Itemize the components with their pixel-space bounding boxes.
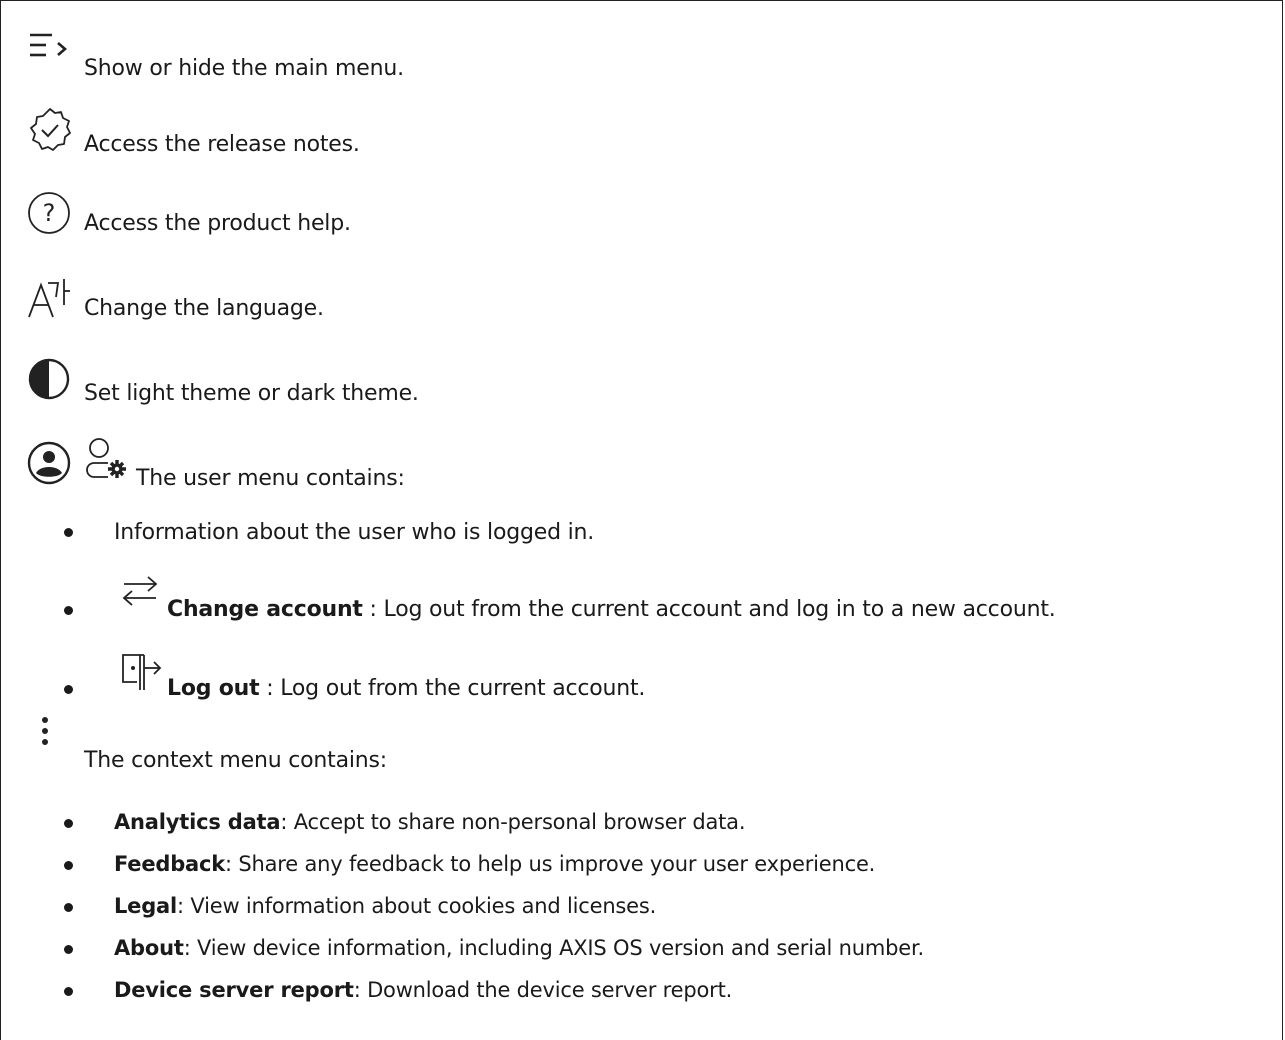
menu-toggle-icon — [28, 32, 72, 62]
logout-label: Log out — [167, 676, 260, 701]
change-account-text: : Log out from the current account and l… — [362, 597, 1056, 622]
feedback-label: Feedback — [114, 852, 226, 876]
bullet — [64, 945, 73, 954]
help-icon: ? — [26, 190, 72, 236]
server-report-text: : Download the device server report. — [353, 978, 733, 1002]
bullet — [64, 987, 73, 996]
user-info-text: Information about the user who is logged… — [114, 520, 595, 545]
bullet — [64, 528, 73, 537]
more-vertical-icon — [40, 716, 50, 750]
user-menu-intro: The user menu contains: — [136, 466, 405, 491]
help-text: Access the product help. — [84, 211, 351, 236]
feedback-entry: Feedback: Share any feedback to help us … — [114, 854, 875, 875]
release-notes-icon — [26, 106, 74, 154]
feedback-text: : Share any feedback to help us improve … — [225, 852, 876, 876]
language-icon — [26, 277, 72, 321]
bullet — [64, 606, 73, 615]
server-report-entry: Device server report: Download the devic… — [114, 980, 732, 1001]
user-settings-icon — [82, 437, 132, 483]
logout-icon — [120, 652, 164, 692]
legal-text: : View information about cookies and lic… — [177, 894, 657, 918]
bullet — [64, 903, 73, 912]
bullet — [64, 685, 73, 694]
change-account-entry: Change account : Log out from the curren… — [167, 599, 1056, 621]
svg-text:?: ? — [43, 199, 56, 227]
account-circle-icon — [26, 440, 72, 486]
language-text: Change the language. — [84, 296, 324, 321]
legal-entry: Legal: View information about cookies an… — [114, 896, 656, 917]
menu-toggle-text: Show or hide the main menu. — [84, 56, 404, 81]
theme-text: Set light theme or dark theme. — [84, 381, 419, 406]
about-label: About — [114, 936, 184, 960]
release-notes-text: Access the release notes. — [84, 132, 360, 157]
about-entry: About: View device information, includin… — [114, 938, 924, 959]
legal-label: Legal — [114, 894, 178, 918]
analytics-entry: Analytics data: Accept to share non-pers… — [114, 812, 745, 833]
bullet — [64, 819, 73, 828]
logout-entry: Log out : Log out from the current accou… — [167, 678, 645, 700]
bullet — [64, 861, 73, 870]
about-text: : View device information, including AXI… — [183, 936, 924, 960]
swap-arrows-icon — [120, 574, 160, 610]
change-account-label: Change account — [167, 597, 363, 622]
analytics-text: : Accept to share non-personal browser d… — [280, 810, 746, 834]
context-menu-intro: The context menu contains: — [84, 748, 388, 773]
logout-text: : Log out from the current account. — [259, 676, 646, 701]
server-report-label: Device server report — [114, 978, 354, 1002]
analytics-label: Analytics data — [114, 810, 281, 834]
theme-icon — [26, 356, 72, 402]
